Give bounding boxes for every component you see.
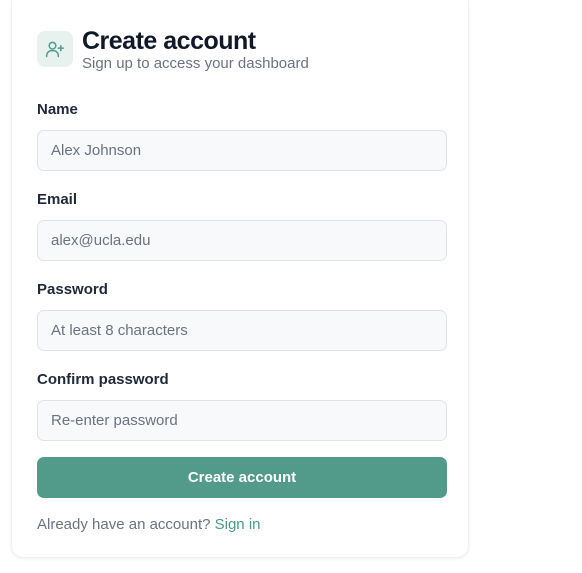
confirm-password-field-group: Confirm password (37, 371, 447, 441)
email-label: Email (37, 191, 78, 208)
signup-card: Create account Sign up to access your da… (11, 0, 469, 558)
confirm-password-input[interactable] (37, 400, 447, 441)
user-plus-icon (37, 31, 73, 67)
email-input[interactable] (37, 220, 447, 261)
name-field-group: Name (37, 101, 447, 171)
card-header: Create account Sign up to access your da… (37, 28, 309, 73)
name-label: Name (37, 101, 78, 118)
title-group: Create account Sign up to access your da… (82, 28, 309, 73)
name-input[interactable] (37, 130, 447, 171)
email-field-group: Email (37, 191, 447, 261)
page-subtitle: Sign up to access your dashboard (82, 55, 309, 72)
create-account-button[interactable]: Create account (37, 457, 447, 498)
password-label: Password (37, 281, 108, 298)
page-title: Create account (82, 27, 256, 55)
sign-in-link[interactable]: Sign in (215, 516, 261, 533)
signin-prompt-text: Already have an account? (37, 516, 211, 533)
password-input[interactable] (37, 310, 447, 351)
password-field-group: Password (37, 281, 447, 351)
signin-prompt: Already have an account? Sign in (37, 516, 261, 534)
confirm-password-label: Confirm password (37, 371, 169, 388)
